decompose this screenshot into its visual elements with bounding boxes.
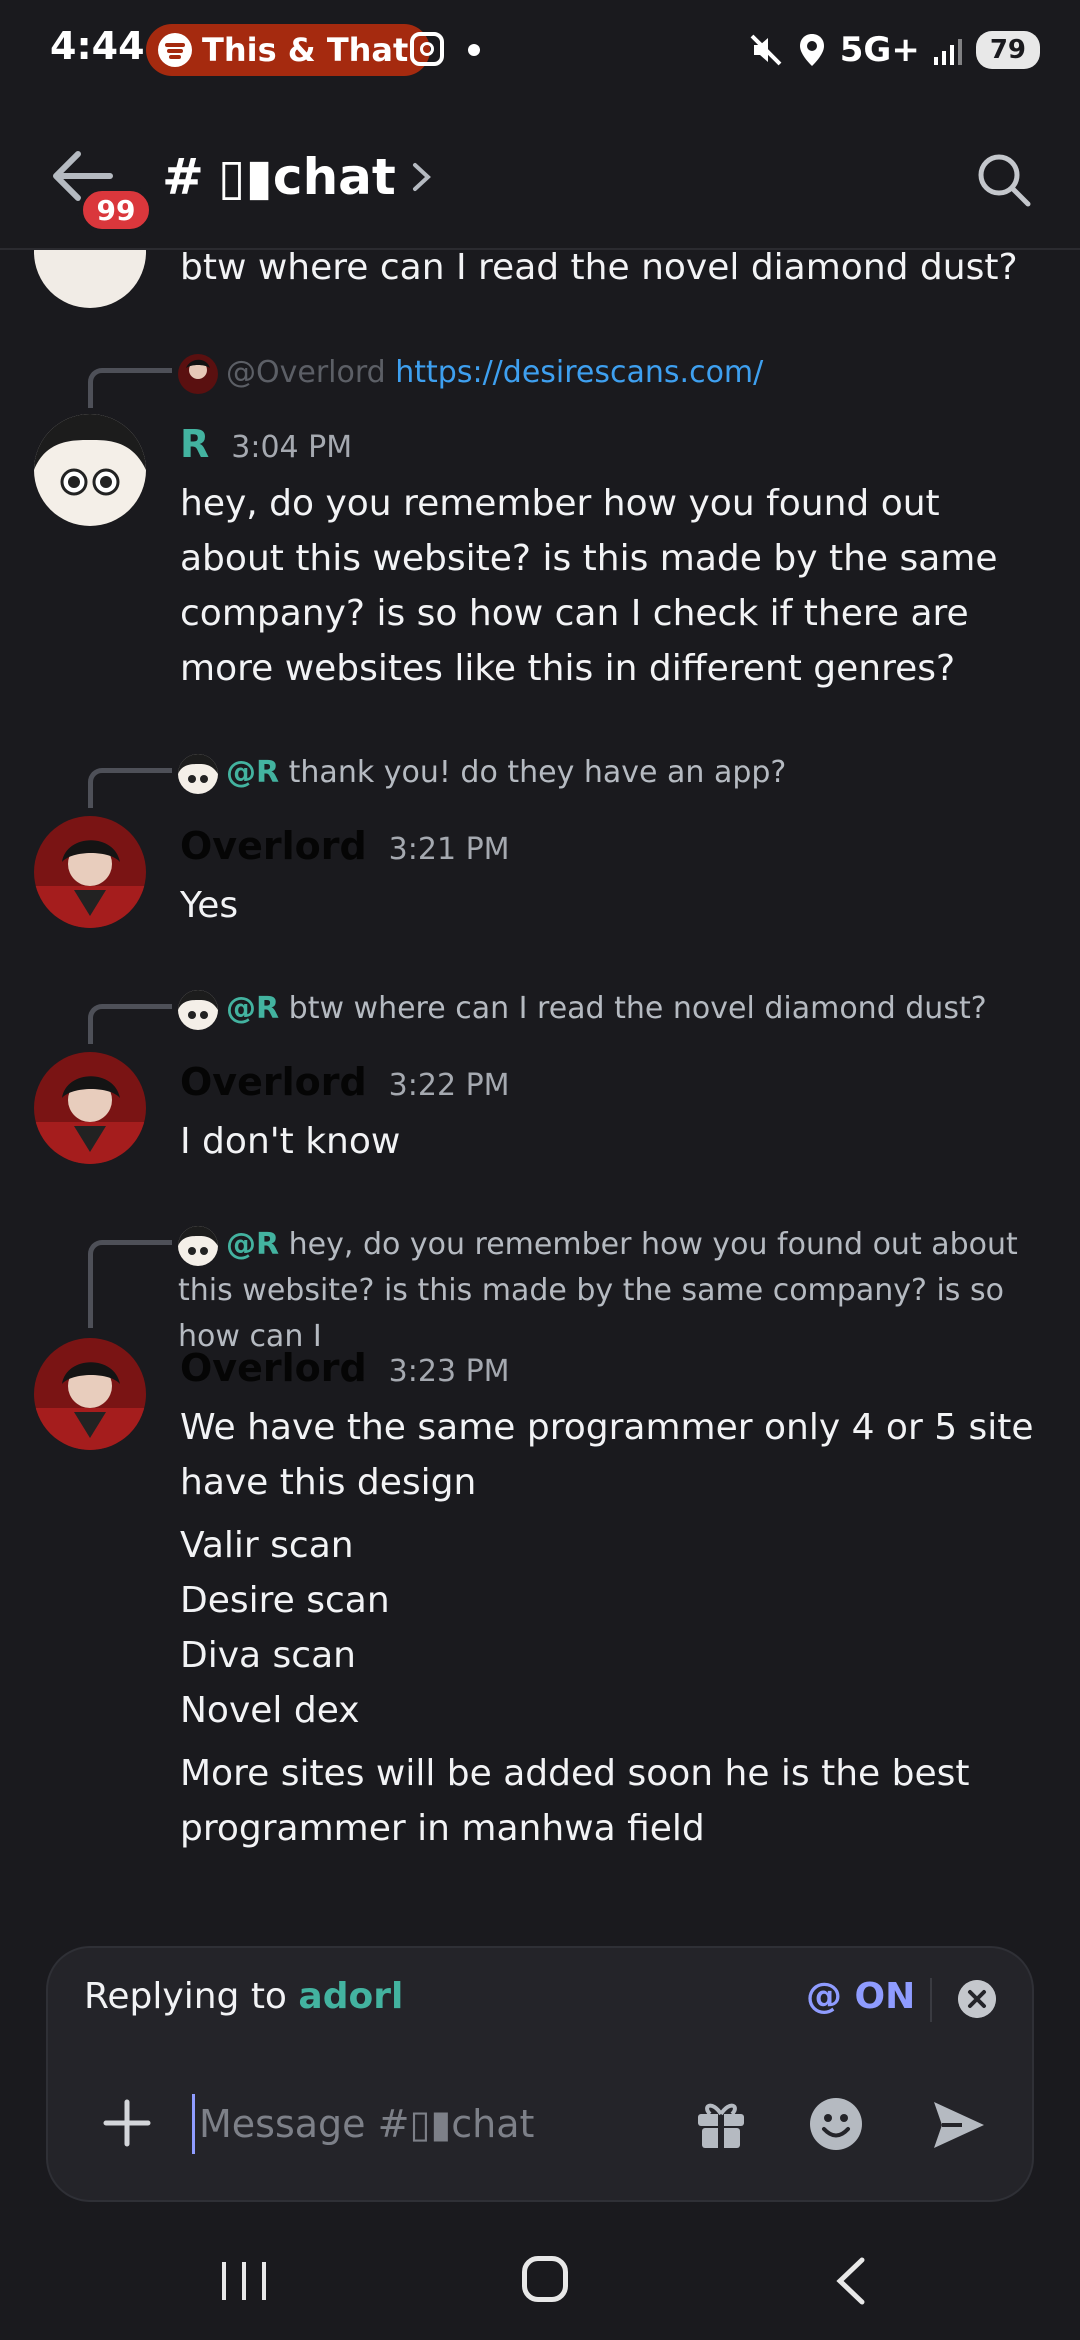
home-icon[interactable] xyxy=(522,2256,568,2302)
message-body: We have the same programmer only 4 or 5 … xyxy=(180,1400,1060,1856)
timestamp: 3:22 PM xyxy=(388,1068,510,1103)
replying-to-bar: Replying to adorl xyxy=(84,1976,403,2017)
search-icon[interactable] xyxy=(972,148,1036,212)
notification-dot xyxy=(468,44,480,56)
reply-preview[interactable]: @Overlord https://desirescans.com/ xyxy=(178,350,763,396)
channel-header: 99 # ▯▮chat xyxy=(0,120,1080,250)
reply-preview[interactable]: @R hey, do you remember how you found ou… xyxy=(178,1222,1048,1360)
plus-icon[interactable] xyxy=(102,2098,152,2148)
reply-text: thank you! do they have an app? xyxy=(288,755,787,790)
reply-connector xyxy=(88,1004,172,1044)
status-time: 4:44 xyxy=(50,24,145,68)
channel-hash: # xyxy=(162,148,204,206)
message-list[interactable]: btw where can I read the novel diamond d… xyxy=(0,250,1080,1930)
message-text: I don't know xyxy=(180,1121,401,1162)
timestamp: 3:21 PM xyxy=(388,832,510,867)
unread-badge: 99 xyxy=(78,186,154,234)
mention-toggle[interactable]: @ ON xyxy=(806,1976,915,2017)
reply-preview[interactable]: @R thank you! do they have an app? xyxy=(178,750,786,796)
timestamp: 3:04 PM xyxy=(231,430,353,465)
reply-text: hey, do you remember how you found out a… xyxy=(178,1227,1018,1354)
message-input[interactable] xyxy=(192,2094,572,2154)
channel-name: ▯▮chat xyxy=(217,148,396,206)
reply-avatar-overlord xyxy=(178,353,218,394)
author-name[interactable]: Overlord xyxy=(180,1346,367,1390)
nav-back-icon[interactable] xyxy=(830,2256,870,2306)
message-text: Diva scan xyxy=(180,1635,356,1676)
message-text: Desire scan xyxy=(180,1580,390,1621)
reply-author: @Overlord xyxy=(226,355,386,390)
message-header: Overlord 3:22 PM xyxy=(180,1060,510,1104)
send-icon[interactable] xyxy=(930,2098,988,2152)
reply-avatar-r xyxy=(178,989,218,1030)
avatar-overlord[interactable] xyxy=(34,816,146,928)
message-text: Valir scan xyxy=(180,1525,354,1566)
location-icon xyxy=(799,34,824,66)
author-name[interactable]: Overlord xyxy=(180,824,367,868)
emoji-icon[interactable] xyxy=(808,2096,864,2152)
reply-avatar-r xyxy=(178,753,218,794)
system-nav-bar xyxy=(0,2220,1080,2340)
signal-icon xyxy=(933,35,962,65)
status-icons: 5G+ 79 xyxy=(748,24,1040,76)
reply-link[interactable]: https://desirescans.com/ xyxy=(395,355,763,390)
message-text: hey, do you remember how you found out a… xyxy=(180,483,998,689)
reply-author: @R xyxy=(226,991,280,1026)
avatar-r[interactable] xyxy=(34,414,146,526)
status-bar: 4:44 This & That 5G+ 79 xyxy=(0,0,1080,100)
reply-connector xyxy=(88,768,172,808)
instagram-icon xyxy=(410,32,444,66)
message-text-partial: btw where can I read the novel diamond d… xyxy=(180,250,1018,288)
reply-connector xyxy=(88,1240,172,1328)
author-name[interactable]: R xyxy=(180,422,209,466)
message-header: Overlord 3:21 PM xyxy=(180,824,510,868)
chevron-right-icon xyxy=(412,163,431,191)
media-pill-label: This & That xyxy=(202,31,409,69)
message-text: Yes xyxy=(180,885,239,926)
close-icon[interactable] xyxy=(958,1980,996,2018)
message-header: Overlord 3:23 PM xyxy=(180,1346,510,1390)
message-text: We have the same programmer only 4 or 5 … xyxy=(180,1407,1034,1503)
replying-to-user: adorl xyxy=(298,1976,404,2017)
author-name[interactable]: Overlord xyxy=(180,1060,367,1104)
reply-avatar-r xyxy=(178,1225,218,1266)
reply-author: @R xyxy=(226,1227,280,1262)
channel-title[interactable]: # ▯▮chat xyxy=(162,148,434,206)
divider xyxy=(930,1978,932,2022)
message-header: R 3:04 PM xyxy=(180,422,352,466)
avatar-overlord[interactable] xyxy=(34,1052,146,1164)
message-composer: Replying to adorl @ ON xyxy=(46,1946,1034,2202)
spotify-icon xyxy=(158,33,192,67)
mute-icon xyxy=(750,34,782,66)
avatar-r[interactable] xyxy=(34,250,146,308)
recent-apps-icon[interactable] xyxy=(216,2258,272,2304)
reply-preview[interactable]: @R btw where can I read the novel diamon… xyxy=(178,986,987,1032)
reply-connector xyxy=(88,368,172,408)
battery-indicator: 79 xyxy=(975,31,1040,69)
message-text: Novel dex xyxy=(180,1690,360,1731)
gift-icon[interactable] xyxy=(694,2096,748,2150)
reply-author: @R xyxy=(226,755,280,790)
message-text: More sites will be added soon he is the … xyxy=(180,1753,970,1849)
network-label: 5G+ xyxy=(839,30,920,70)
media-pill[interactable]: This & That xyxy=(146,24,431,76)
reply-text: btw where can I read the novel diamond d… xyxy=(288,991,987,1026)
avatar-overlord[interactable] xyxy=(34,1338,146,1450)
replying-prefix: Replying to xyxy=(84,1976,287,2017)
timestamp: 3:23 PM xyxy=(388,1354,510,1389)
